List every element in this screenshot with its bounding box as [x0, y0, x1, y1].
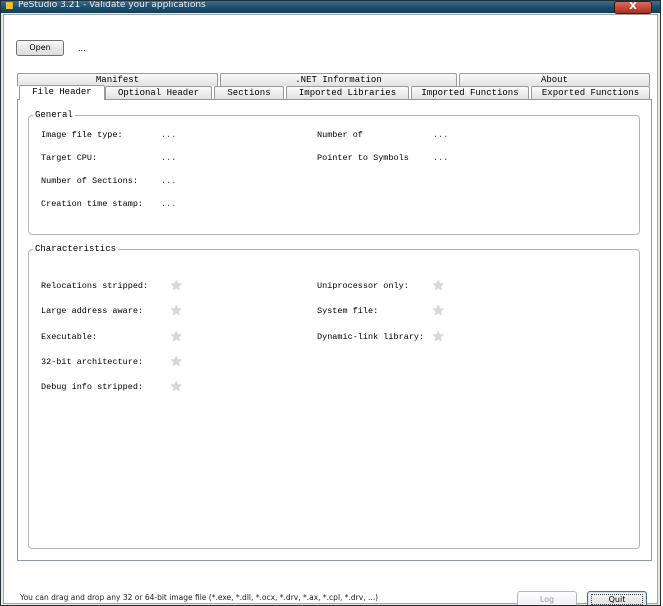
star-icon: ★	[170, 303, 183, 319]
star-icon: ★	[170, 379, 183, 395]
quit-button[interactable]: Quit	[587, 591, 647, 605]
general-legend: General	[33, 110, 75, 120]
creation-time-stamp-label: Creation time stamp:	[41, 199, 144, 209]
relocations-stripped-label: Relocations stripped:	[41, 281, 149, 291]
dynamic-link-library-label: Dynamic-link library:	[317, 332, 425, 342]
close-button[interactable]: X	[614, 1, 652, 14]
number-of-sections-label: Number of Sections:	[41, 176, 138, 186]
star-icon: ★	[170, 329, 183, 345]
system-file-label: System file:	[317, 306, 379, 316]
file-path: ...	[78, 44, 86, 53]
creation-time-stamp-value: ...	[161, 199, 177, 209]
characteristics-group: Characteristics Relocations stripped: ★ …	[28, 244, 640, 549]
target-cpu-label: Target CPU:	[41, 153, 98, 163]
file-header-panel: General Image file type: ... Target CPU:…	[17, 99, 652, 561]
tab-sections[interactable]: Sections	[214, 86, 284, 99]
number-of-sections-value: ...	[161, 176, 177, 186]
star-icon: ★	[170, 354, 183, 370]
executable-label: Executable:	[41, 332, 98, 342]
open-button[interactable]: Open	[16, 40, 64, 56]
pointer-to-symbols-label: Pointer to Symbols	[317, 153, 409, 163]
window-title: PeStudio 3.21 - Validate your applicatio…	[18, 0, 206, 10]
star-icon: ★	[432, 303, 445, 319]
characteristics-legend: Characteristics	[33, 244, 119, 254]
target-cpu-value: ...	[161, 153, 177, 163]
tab-imported-functions[interactable]: Imported Functions	[411, 86, 529, 99]
uniprocessor-only-label: Uniprocessor only:	[317, 281, 409, 291]
star-icon: ★	[170, 278, 183, 294]
star-icon: ★	[432, 278, 445, 294]
app-window: ■ PeStudio 3.21 - Validate your applicat…	[0, 0, 661, 606]
app-icon: ■	[5, 1, 14, 11]
number-of-value: ...	[433, 130, 449, 140]
log-button[interactable]: Log	[517, 591, 577, 605]
image-file-type-value: ...	[161, 130, 177, 140]
large-address-aware-label: Large address aware:	[41, 306, 144, 316]
tab-strip: Manifest .NET Information About File Hea…	[17, 73, 650, 101]
drag-drop-hint: You can drag and drop any 32 or 64-bit i…	[20, 593, 379, 602]
image-file-type-label: Image file type:	[41, 130, 123, 140]
client-area: Open ... Manifest .NET Information About…	[3, 14, 658, 605]
general-group: General Image file type: ... Target CPU:…	[28, 110, 640, 235]
tab-about[interactable]: About	[459, 73, 650, 86]
title-bar[interactable]: ■ PeStudio 3.21 - Validate your applicat…	[1, 0, 660, 14]
tab-exported-functions[interactable]: Exported Functions	[531, 86, 650, 99]
pointer-to-symbols-value: ...	[433, 153, 449, 163]
tab-imported-libraries[interactable]: Imported Libraries	[286, 86, 409, 99]
star-icon: ★	[432, 329, 445, 345]
tab-file-header[interactable]: File Header	[19, 85, 105, 100]
tab-net-information[interactable]: .NET Information	[220, 73, 457, 86]
debug-info-stripped-label: Debug info stripped:	[41, 382, 144, 392]
tab-optional-header[interactable]: Optional Header	[105, 86, 212, 99]
focus-rectangle	[591, 594, 643, 605]
32-bit-architecture-label: 32-bit architecture:	[41, 357, 144, 367]
number-of-label: Number of	[317, 130, 363, 140]
